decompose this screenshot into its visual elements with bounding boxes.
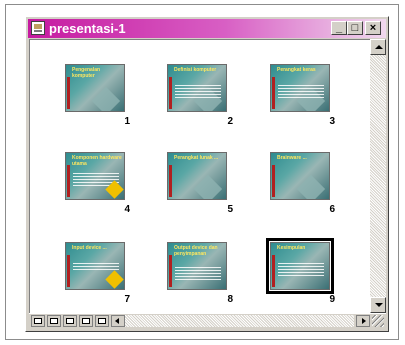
slide-body-text	[73, 263, 119, 271]
slide-title: Kesimpulan	[277, 245, 306, 251]
scroll-right-button[interactable]	[356, 315, 370, 327]
slide-thumbnail-5[interactable]: Perangkat lunak ...	[167, 152, 227, 200]
close-button[interactable]: ×	[365, 21, 381, 35]
slide-title: Output device dan penyimpanan	[174, 245, 218, 257]
slide-accent	[169, 165, 172, 197]
slide-number: 5	[227, 204, 233, 215]
slide-title: Komponen hardware utama	[72, 155, 122, 167]
slide-accent	[272, 255, 275, 287]
slide-thumbnail-4[interactable]: Komponen hardware utama	[65, 152, 125, 200]
slide-number: 4	[124, 204, 130, 215]
slide-accent	[272, 77, 275, 109]
slide-thumbnail-3[interactable]: Perangkat keras	[270, 64, 330, 112]
slide-sorter-view-icon[interactable]	[63, 315, 77, 327]
view-bar	[29, 313, 386, 329]
scroll-left-button[interactable]	[111, 315, 125, 327]
slide-accent	[67, 77, 70, 109]
normal-view-icon[interactable]	[31, 315, 45, 327]
slide-thumbnail-9[interactable]: Kesimpulan	[266, 238, 334, 294]
slide-thumbnail-2[interactable]: Definisi komputer	[167, 64, 227, 112]
slide-thumbnail-7[interactable]: Input device ...	[65, 242, 125, 290]
slide-number: 6	[329, 204, 335, 215]
slide-decoration	[193, 174, 223, 199]
slide-title: Perangkat keras	[277, 67, 316, 73]
title-bar[interactable]: presentasi-1 _ □ ×	[28, 19, 386, 38]
slide-number: 8	[227, 294, 233, 305]
resize-grip-icon[interactable]	[372, 315, 384, 327]
scroll-up-button[interactable]	[370, 39, 386, 55]
slide-thumbnail-1[interactable]: Pengenalan komputer	[65, 64, 125, 112]
slide-body-text	[278, 85, 324, 99]
slide-thumbnail-8[interactable]: Output device dan penyimpanan	[167, 242, 227, 290]
slide-title: Definisi komputer	[174, 67, 217, 73]
vertical-scrollbar[interactable]	[370, 39, 386, 313]
scroll-down-button[interactable]	[370, 297, 386, 313]
presentation-window: presentasi-1 _ □ × Pengenalan komputer 1…	[25, 16, 389, 332]
slide-title: Pengenalan komputer	[72, 67, 101, 79]
slide-accent	[272, 165, 275, 197]
slide-accent	[169, 77, 172, 109]
slide-body-text	[175, 267, 221, 281]
slide-body-text	[278, 263, 324, 277]
slide-title: Perangkat lunak ...	[174, 155, 219, 161]
slideshow-view-icon[interactable]	[95, 315, 109, 327]
slide-number: 2	[227, 116, 233, 127]
arrow-down-icon	[375, 303, 383, 307]
minimize-button[interactable]: _	[331, 21, 347, 35]
slide-accent	[67, 165, 70, 197]
slide-decoration	[105, 270, 124, 289]
powerpoint-document-icon[interactable]	[31, 21, 45, 35]
window-title: presentasi-1	[49, 21, 126, 36]
notes-view-icon[interactable]	[79, 315, 93, 327]
slide-accent	[169, 255, 172, 287]
outline-view-icon[interactable]	[47, 315, 61, 327]
slide-sorter-area: Pengenalan komputer 1 Definisi komputer …	[29, 39, 370, 313]
slide-number: 9	[329, 294, 335, 305]
slide-body-text	[175, 85, 221, 99]
maximize-button[interactable]: □	[347, 21, 363, 35]
slide-number: 7	[124, 294, 130, 305]
slide-decoration	[296, 174, 326, 199]
slide-number: 1	[124, 116, 130, 127]
slide-title: Brainware ...	[277, 155, 307, 161]
slide-thumbnail-6[interactable]: Brainware ...	[270, 152, 330, 200]
horizontal-scrollbar[interactable]	[125, 315, 354, 327]
slide-number: 3	[329, 116, 335, 127]
slide-title: Input device ...	[72, 245, 107, 251]
arrow-up-icon	[375, 45, 383, 49]
slide-decoration	[91, 86, 121, 111]
slide-accent	[67, 255, 70, 287]
